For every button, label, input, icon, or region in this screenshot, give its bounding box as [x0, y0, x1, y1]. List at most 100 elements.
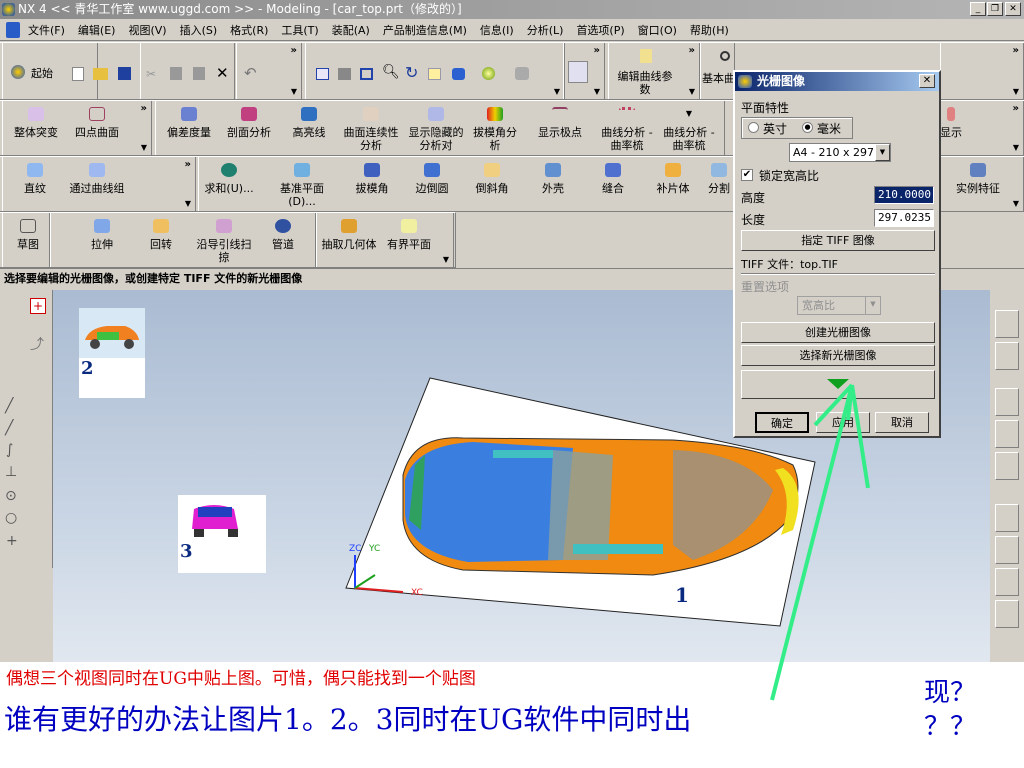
- show-hidden-analysis-button[interactable]: 显示隐藏的分析对: [406, 107, 466, 152]
- menu-file[interactable]: 文件(F): [28, 22, 65, 38]
- curvature-comb-button[interactable]: 曲线分析 - 曲率梳: [596, 107, 658, 152]
- sweep-button[interactable]: 沿导引线扫掠: [194, 219, 254, 264]
- selection-filter-icon[interactable]: ⤴: [30, 334, 46, 353]
- roles-tab[interactable]: [995, 600, 1019, 628]
- help-tab[interactable]: [995, 452, 1019, 480]
- pan-icon[interactable]: [428, 68, 441, 80]
- four-point-surface-button[interactable]: 四点曲面: [66, 107, 128, 139]
- tube-button[interactable]: 管道: [258, 219, 308, 251]
- menu-preferences[interactable]: 首选项(P): [576, 22, 624, 38]
- datum-plane-button[interactable]: 基准平面(D)...: [272, 163, 332, 208]
- bounded-plane-button[interactable]: 有界平面: [380, 219, 438, 251]
- extrude-button[interactable]: 拉伸: [74, 219, 130, 251]
- select-new-raster-button[interactable]: 选择新光栅图像: [741, 345, 935, 366]
- create-raster-button[interactable]: 创建光栅图像: [741, 322, 935, 343]
- restore-button[interactable]: ❐: [987, 2, 1003, 16]
- rotate-icon[interactable]: ↻: [405, 63, 418, 82]
- sketch-button[interactable]: 草图: [8, 219, 48, 251]
- shading-style-icon[interactable]: [482, 67, 495, 80]
- point-icon[interactable]: ⊥: [5, 464, 17, 480]
- length-input[interactable]: 297.0235: [874, 209, 934, 227]
- menu-window[interactable]: 窗口(O): [638, 22, 677, 38]
- specify-tiff-button[interactable]: 指定 TIFF 图像: [741, 230, 935, 251]
- delete-icon[interactable]: ✕: [216, 64, 229, 82]
- height-input[interactable]: 210.0000: [874, 186, 934, 204]
- through-curves-button[interactable]: 通过曲线组: [66, 163, 128, 195]
- patch-button[interactable]: 补片体: [646, 163, 700, 195]
- edit-curve-params-button[interactable]: 编辑曲线参数: [616, 70, 674, 96]
- show-poles-button[interactable]: 显示极点: [530, 107, 590, 139]
- layer-icon[interactable]: [515, 67, 529, 80]
- circle-icon[interactable]: ○: [5, 510, 17, 526]
- menu-view[interactable]: 视图(V): [128, 22, 166, 38]
- extract-geometry-button[interactable]: 抽取几何体: [320, 219, 378, 251]
- arc-icon[interactable]: ╱: [5, 420, 13, 436]
- menu-assembly[interactable]: 装配(A): [332, 22, 370, 38]
- line-icon[interactable]: ╱: [5, 398, 13, 414]
- paste-icon[interactable]: [193, 67, 205, 80]
- ruled-button[interactable]: 直纹: [10, 163, 60, 195]
- ok-button[interactable]: 确定: [755, 412, 809, 433]
- menu-pmi[interactable]: 产品制造信息(M): [383, 22, 467, 38]
- fit-icon[interactable]: [316, 68, 329, 80]
- training-tab[interactable]: [995, 420, 1019, 448]
- surface-continuity-button[interactable]: 曲面连续性分析: [340, 107, 402, 152]
- spline-icon[interactable]: ∫: [6, 442, 13, 458]
- menu-help[interactable]: 帮助(H): [690, 22, 729, 38]
- system-materials-tab[interactable]: [995, 536, 1019, 564]
- zoom-icon[interactable]: 🔍︎: [382, 64, 400, 80]
- menu-info[interactable]: 信息(I): [480, 22, 514, 38]
- draft-analysis-button[interactable]: 拔模角分析: [468, 107, 522, 152]
- dialog-close-button[interactable]: ✕: [919, 74, 935, 88]
- close-button[interactable]: ✕: [1005, 2, 1021, 16]
- app-menu-icon[interactable]: [6, 22, 20, 38]
- save-icon[interactable]: [118, 67, 131, 80]
- lock-aspect-checkbox[interactable]: ✔: [741, 169, 753, 181]
- perspective-icon[interactable]: [452, 68, 465, 80]
- inch-radio[interactable]: [748, 122, 759, 133]
- snap-point-icon[interactable]: +: [30, 298, 46, 314]
- menu-tools[interactable]: 工具(T): [281, 22, 318, 38]
- shell-button[interactable]: 外壳: [526, 163, 580, 195]
- assembly-navigator-tab[interactable]: [995, 310, 1019, 338]
- cut-icon[interactable]: ✂: [146, 67, 156, 81]
- mm-radio[interactable]: ●: [802, 122, 813, 133]
- expand-dialog-button[interactable]: [741, 370, 935, 399]
- copy-icon[interactable]: [170, 67, 182, 80]
- start-menu-button[interactable]: 起始: [31, 65, 53, 81]
- split-button[interactable]: 分割: [704, 163, 734, 195]
- paper-size-select[interactable]: A4 - 210 x 297 ▼: [789, 143, 891, 162]
- zoom-window-icon[interactable]: [360, 68, 373, 80]
- open-folder-icon[interactable]: [93, 68, 108, 80]
- minimize-button[interactable]: _: [970, 2, 986, 16]
- instance-feature-button[interactable]: 实例特征: [946, 163, 1010, 195]
- web-browser-tab[interactable]: [995, 388, 1019, 416]
- crosshair-icon[interactable]: +: [6, 533, 18, 549]
- new-file-icon[interactable]: [72, 67, 84, 81]
- unite-button[interactable]: 求和(U)...: [200, 163, 258, 195]
- cancel-button[interactable]: 取消: [875, 412, 929, 433]
- chevron-down-icon[interactable]: ▼: [875, 144, 890, 161]
- circle-center-icon[interactable]: ⊙: [5, 488, 17, 504]
- menu-analysis[interactable]: 分析(L): [527, 22, 564, 38]
- menu-format[interactable]: 格式(R): [230, 22, 268, 38]
- shaded-icon[interactable]: [338, 68, 351, 80]
- menu-edit[interactable]: 编辑(E): [78, 22, 116, 38]
- deviation-button[interactable]: 偏差度量: [160, 107, 218, 139]
- curve-edit-icon[interactable]: [568, 61, 588, 83]
- part-navigator-tab[interactable]: [995, 342, 1019, 370]
- edge-blend-button[interactable]: 边倒圆: [404, 163, 460, 195]
- menu-insert[interactable]: 插入(S): [180, 22, 218, 38]
- draft-button[interactable]: 拔模角: [344, 163, 400, 195]
- basic-curve-button[interactable]: 基本曲: [702, 70, 735, 86]
- sew-button[interactable]: 缝合: [586, 163, 640, 195]
- highlight-lines-button[interactable]: 高亮线: [280, 107, 338, 139]
- history-tab[interactable]: [995, 504, 1019, 532]
- apply-button[interactable]: 应用: [816, 412, 870, 433]
- process-studio-tab[interactable]: [995, 568, 1019, 596]
- global-shaping-button[interactable]: 整体突变: [8, 107, 64, 139]
- chamfer-button[interactable]: 倒斜角: [464, 163, 520, 195]
- curvature-comb-button-2[interactable]: ▼ 曲线分析 - 曲率梳: [658, 107, 720, 152]
- section-analysis-button[interactable]: 剖面分析: [220, 107, 278, 139]
- undo-icon[interactable]: ↶: [244, 64, 257, 82]
